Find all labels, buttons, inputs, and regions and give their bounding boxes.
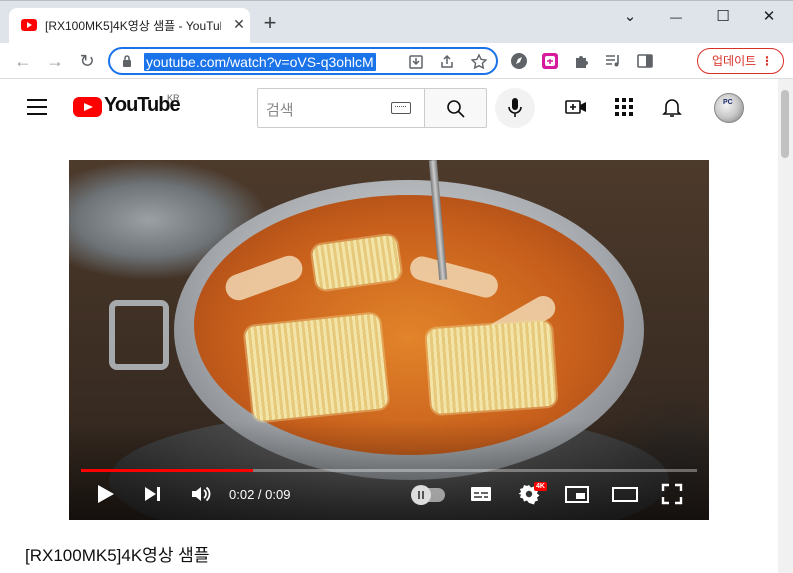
menu-icon[interactable] — [27, 99, 47, 115]
miniplayer-icon[interactable] — [564, 482, 590, 506]
progress-bar[interactable] — [81, 469, 697, 472]
url-text[interactable]: youtube.com/watch?v=oVS-q3ohlcM — [144, 53, 376, 71]
scrollbar-thumb[interactable] — [781, 90, 789, 158]
install-app-icon[interactable] — [407, 53, 425, 71]
tab-strip: [RX100MK5]4K영상 샘플 - YouTube ✕ + ⌄ — ☐ ✕ — [0, 0, 793, 44]
tab-search-button[interactable]: ⌄ — [615, 7, 645, 27]
media-control-icon[interactable] — [604, 52, 622, 70]
search-button[interactable] — [424, 88, 487, 128]
voice-search-button[interactable] — [495, 88, 535, 128]
address-bar[interactable]: youtube.com/watch?v=oVS-q3ohlcM — [108, 47, 498, 75]
new-tab-button[interactable]: + — [260, 12, 280, 34]
video-frame-pot-handle — [109, 300, 169, 370]
notifications-bell-icon[interactable] — [660, 95, 684, 119]
keyboard-icon[interactable] — [391, 102, 411, 114]
update-button[interactable]: 업데이트 ⋮ — [697, 48, 784, 74]
video-frame-noodles — [426, 320, 557, 415]
tab-close-button[interactable]: ✕ — [231, 16, 247, 32]
forward-button[interactable]: → — [44, 50, 66, 72]
extensions-puzzle-icon[interactable] — [573, 52, 591, 70]
extension-translate-icon[interactable] — [541, 52, 559, 70]
apps-grid-icon[interactable] — [612, 95, 636, 119]
lock-icon — [123, 55, 131, 67]
quality-badge: 4K — [534, 482, 547, 491]
next-video-button[interactable] — [143, 482, 165, 506]
country-code: KR — [167, 93, 180, 103]
progress-bar-played — [81, 469, 254, 472]
autoplay-toggle[interactable] — [411, 485, 445, 505]
volume-icon[interactable] — [189, 482, 213, 506]
back-button[interactable]: ← — [12, 50, 34, 72]
avatar-logo-icon: PC — [723, 99, 733, 106]
time-display: 0:02 / 0:09 — [229, 487, 291, 502]
reload-button[interactable]: ↻ — [76, 50, 98, 72]
minimize-button[interactable]: — — [661, 7, 691, 27]
avatar[interactable]: PC — [714, 93, 744, 123]
fullscreen-icon[interactable] — [660, 482, 684, 506]
video-title: [RX100MK5]4K영상 샘플 — [25, 546, 210, 565]
browser-tab[interactable]: [RX100MK5]4K영상 샘플 - YouTube ✕ — [9, 8, 250, 44]
more-menu-icon: ⋮ — [761, 54, 773, 68]
theater-mode-icon[interactable] — [612, 482, 638, 506]
bookmark-star-icon[interactable] — [470, 53, 488, 71]
create-video-icon[interactable] — [564, 95, 588, 119]
extension-compass-icon[interactable] — [510, 52, 528, 70]
search-input[interactable]: 검색 — [257, 88, 424, 128]
play-button[interactable] — [95, 482, 115, 506]
youtube-header: YouTube KR 검색 PC — [0, 79, 778, 135]
share-icon[interactable] — [438, 53, 456, 71]
subtitles-icon[interactable] — [469, 482, 493, 506]
autoplay-pause-icon — [411, 485, 431, 505]
browser-toolbar: ← → ↻ youtube.com/watch?v=oVS-q3ohlcM 업데… — [0, 43, 793, 79]
youtube-favicon-icon — [21, 19, 37, 31]
microphone-icon — [508, 98, 522, 117]
tab-title: [RX100MK5]4K영상 샘플 - YouTube — [45, 19, 221, 33]
close-window-button[interactable]: ✕ — [754, 7, 784, 27]
video-frame-noodles — [244, 313, 389, 422]
maximize-button[interactable]: ☐ — [708, 7, 738, 27]
update-button-label: 업데이트 — [712, 54, 757, 68]
search-placeholder: 검색 — [266, 102, 294, 119]
video-player[interactable]: 0:02 / 0:09 4K — [69, 160, 709, 520]
search-icon — [447, 100, 465, 118]
side-panel-icon[interactable] — [636, 52, 654, 70]
page-scrollbar[interactable] — [778, 79, 793, 573]
youtube-logo-icon[interactable] — [73, 97, 102, 117]
